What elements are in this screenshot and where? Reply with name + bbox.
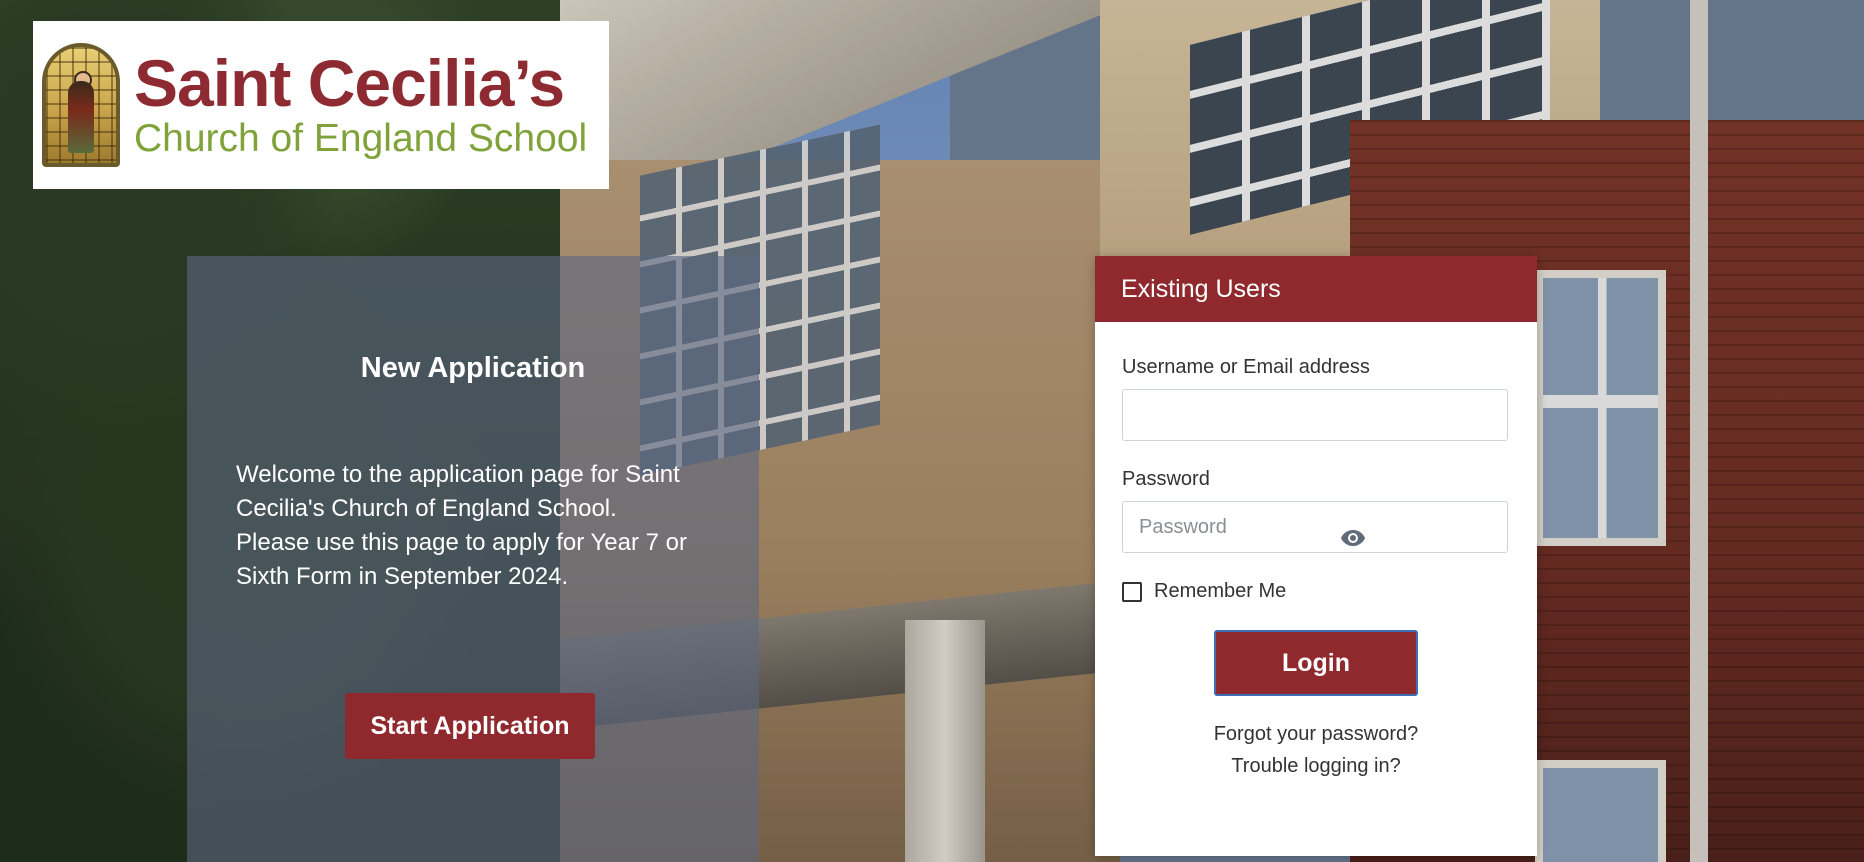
- login-button[interactable]: Login: [1214, 630, 1418, 696]
- new-application-panel: New Application Welcome to the applicati…: [187, 256, 759, 862]
- new-application-description: Welcome to the application page for Sain…: [236, 461, 687, 590]
- eye-icon: [1341, 530, 1365, 546]
- login-panel: Existing Users Username or Email address…: [1095, 256, 1537, 856]
- password-input[interactable]: [1122, 501, 1508, 553]
- login-panel-header: Existing Users: [1095, 256, 1537, 322]
- start-application-button[interactable]: Start Application: [345, 693, 595, 759]
- stained-glass-crest-icon: [42, 43, 120, 167]
- forgot-password-link[interactable]: Forgot your password?: [1095, 723, 1537, 746]
- password-label: Password: [1122, 468, 1210, 490]
- username-label: Username or Email address: [1122, 356, 1370, 378]
- show-password-toggle[interactable]: [1331, 516, 1375, 560]
- crest-figure: [68, 81, 94, 153]
- trouble-logging-in-link[interactable]: Trouble logging in?: [1095, 755, 1537, 778]
- remember-me-checkbox[interactable]: [1122, 581, 1142, 602]
- logo-text: Saint Cecilia’s Church of England School: [134, 50, 587, 160]
- school-logo[interactable]: Saint Cecilia’s Church of England School: [33, 21, 609, 189]
- username-input[interactable]: [1122, 389, 1508, 441]
- new-application-title: New Application: [360, 352, 586, 384]
- logo-title: Saint Cecilia’s: [134, 46, 565, 120]
- remember-me-label[interactable]: Remember Me: [1154, 580, 1286, 603]
- remember-me-row[interactable]: Remember Me: [1122, 580, 1286, 603]
- logo-subtitle: Church of England School: [134, 117, 588, 160]
